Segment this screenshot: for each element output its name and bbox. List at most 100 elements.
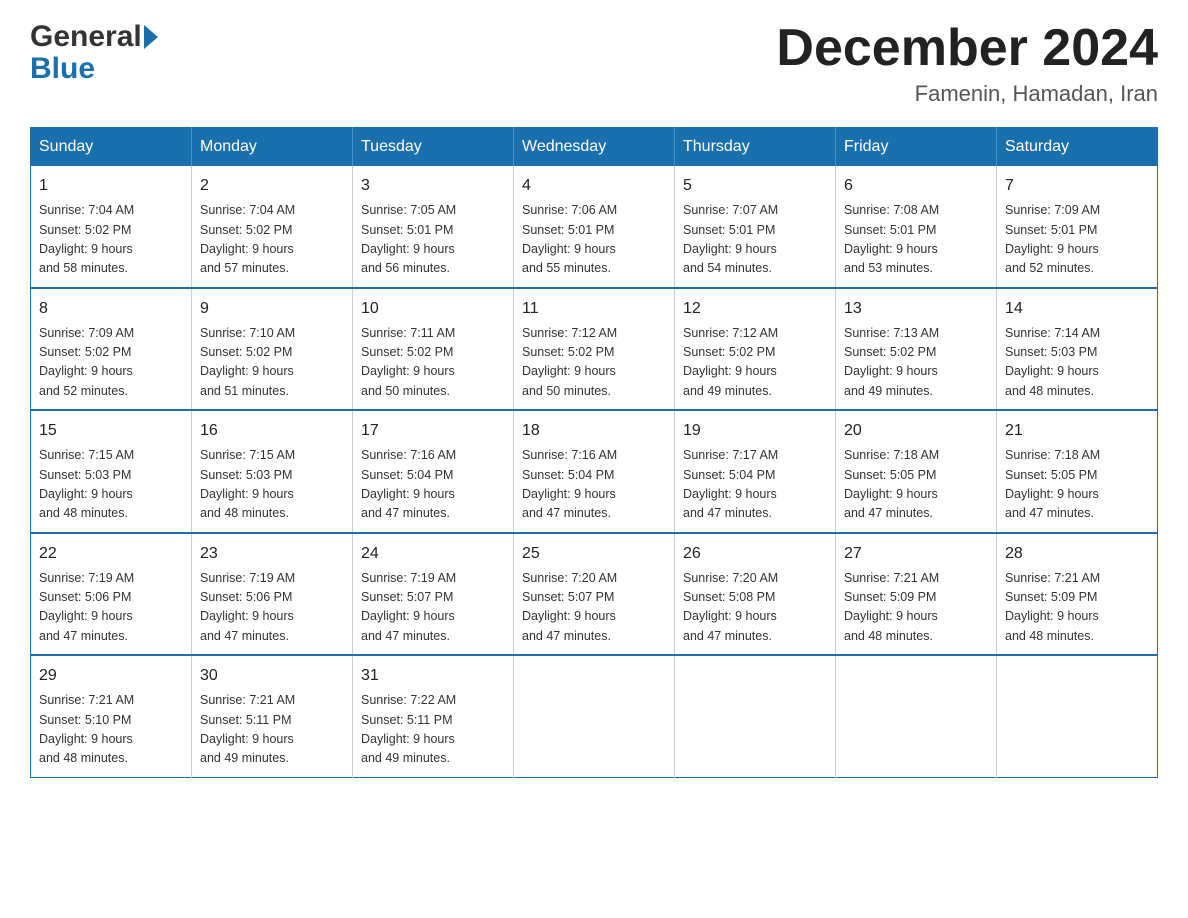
calendar-day-cell: 6Sunrise: 7:08 AMSunset: 5:01 PMDaylight… bbox=[836, 166, 997, 288]
col-friday: Friday bbox=[836, 128, 997, 167]
col-monday: Monday bbox=[192, 128, 353, 167]
calendar-day-cell: 5Sunrise: 7:07 AMSunset: 5:01 PMDaylight… bbox=[675, 166, 836, 288]
calendar-day-cell: 20 Sunrise: 7:18 AMSunset: 5:05 PMDayligh… bbox=[836, 410, 997, 533]
day-info: Sunrise: 7:20 AMSunset: 5:08 PMDaylight:… bbox=[683, 569, 827, 647]
day-info: Sunrise: 7:14 AMSunset: 5:03 PMDaylight:… bbox=[1005, 324, 1149, 402]
calendar-day-cell: 26 Sunrise: 7:20 AMSunset: 5:08 PMDayligh… bbox=[675, 533, 836, 656]
day-info: Sunrise: 7:22 AMSunset: 5:11 PMDaylight:… bbox=[361, 691, 505, 769]
calendar-day-cell: 29 Sunrise: 7:21 AMSunset: 5:10 PMDayligh… bbox=[31, 655, 192, 777]
day-info: Sunrise: 7:18 AMSunset: 5:05 PMDaylight:… bbox=[1005, 446, 1149, 524]
day-number: 9 bbox=[200, 297, 344, 321]
calendar-day-cell: 8 Sunrise: 7:09 AMSunset: 5:02 PMDaylight… bbox=[31, 288, 192, 411]
day-number: 22 bbox=[39, 542, 183, 566]
calendar-day-cell: 1 Sunrise: 7:04 AMSunset: 5:02 PMDaylight… bbox=[31, 166, 192, 288]
calendar-day-cell: 24 Sunrise: 7:19 AMSunset: 5:07 PMDayligh… bbox=[353, 533, 514, 656]
calendar-day-cell: 22 Sunrise: 7:19 AMSunset: 5:06 PMDayligh… bbox=[31, 533, 192, 656]
day-info: Sunrise: 7:09 AMSunset: 5:02 PMDaylight:… bbox=[39, 324, 183, 402]
col-thursday: Thursday bbox=[675, 128, 836, 167]
col-wednesday: Wednesday bbox=[514, 128, 675, 167]
day-info: Sunrise: 7:05 AMSunset: 5:01 PMDaylight:… bbox=[361, 201, 505, 279]
day-info: Sunrise: 7:21 AMSunset: 5:09 PMDaylight:… bbox=[844, 569, 988, 647]
day-number: 13 bbox=[844, 297, 988, 321]
calendar-week-row: 22 Sunrise: 7:19 AMSunset: 5:06 PMDayligh… bbox=[31, 533, 1158, 656]
day-info: Sunrise: 7:20 AMSunset: 5:07 PMDaylight:… bbox=[522, 569, 666, 647]
calendar-day-cell: 2 Sunrise: 7:04 AMSunset: 5:02 PMDaylight… bbox=[192, 166, 353, 288]
day-number: 24 bbox=[361, 542, 505, 566]
day-info: Sunrise: 7:04 AMSunset: 5:02 PMDaylight:… bbox=[200, 201, 344, 279]
calendar-week-row: 8 Sunrise: 7:09 AMSunset: 5:02 PMDaylight… bbox=[31, 288, 1158, 411]
calendar-day-cell: 30Sunrise: 7:21 AMSunset: 5:11 PMDayligh… bbox=[192, 655, 353, 777]
calendar-header-row: Sunday Monday Tuesday Wednesday Thursday… bbox=[31, 128, 1158, 167]
day-info: Sunrise: 7:19 AMSunset: 5:07 PMDaylight:… bbox=[361, 569, 505, 647]
day-info: Sunrise: 7:18 AMSunset: 5:05 PMDaylight:… bbox=[844, 446, 988, 524]
day-info: Sunrise: 7:04 AMSunset: 5:02 PMDaylight:… bbox=[39, 201, 183, 279]
day-number: 28 bbox=[1005, 542, 1149, 566]
day-number: 26 bbox=[683, 542, 827, 566]
logo-blue: Blue bbox=[30, 52, 95, 86]
month-year-title: December 2024 bbox=[776, 20, 1158, 77]
calendar-day-cell: 19 Sunrise: 7:17 AMSunset: 5:04 PMDayligh… bbox=[675, 410, 836, 533]
calendar-day-cell: 10 Sunrise: 7:11 AMSunset: 5:02 PMDayligh… bbox=[353, 288, 514, 411]
day-info: Sunrise: 7:11 AMSunset: 5:02 PMDaylight:… bbox=[361, 324, 505, 402]
day-number: 1 bbox=[39, 174, 183, 198]
calendar-day-cell: 17Sunrise: 7:16 AMSunset: 5:04 PMDayligh… bbox=[353, 410, 514, 533]
day-number: 4 bbox=[522, 174, 666, 198]
day-info: Sunrise: 7:07 AMSunset: 5:01 PMDaylight:… bbox=[683, 201, 827, 279]
calendar-day-cell: 12 Sunrise: 7:12 AMSunset: 5:02 PMDayligh… bbox=[675, 288, 836, 411]
calendar-day-cell: 28Sunrise: 7:21 AMSunset: 5:09 PMDayligh… bbox=[997, 533, 1158, 656]
day-number: 7 bbox=[1005, 174, 1149, 198]
page-header: General Blue December 2024 Famenin, Hama… bbox=[30, 20, 1158, 107]
day-number: 15 bbox=[39, 419, 183, 443]
calendar-day-cell: 31Sunrise: 7:22 AMSunset: 5:11 PMDayligh… bbox=[353, 655, 514, 777]
day-number: 12 bbox=[683, 297, 827, 321]
day-number: 11 bbox=[522, 297, 666, 321]
calendar-day-cell bbox=[836, 655, 997, 777]
day-number: 19 bbox=[683, 419, 827, 443]
day-number: 27 bbox=[844, 542, 988, 566]
logo: General Blue bbox=[30, 20, 158, 86]
calendar-day-cell: 3 Sunrise: 7:05 AMSunset: 5:01 PMDaylight… bbox=[353, 166, 514, 288]
calendar-day-cell bbox=[997, 655, 1158, 777]
day-number: 10 bbox=[361, 297, 505, 321]
day-number: 14 bbox=[1005, 297, 1149, 321]
col-tuesday: Tuesday bbox=[353, 128, 514, 167]
calendar-day-cell: 16 Sunrise: 7:15 AMSunset: 5:03 PMDayligh… bbox=[192, 410, 353, 533]
day-info: Sunrise: 7:16 AMSunset: 5:04 PMDaylight:… bbox=[522, 446, 666, 524]
day-number: 16 bbox=[200, 419, 344, 443]
day-number: 6 bbox=[844, 174, 988, 198]
day-info: Sunrise: 7:21 AMSunset: 5:11 PMDaylight:… bbox=[200, 691, 344, 769]
day-info: Sunrise: 7:09 AMSunset: 5:01 PMDaylight:… bbox=[1005, 201, 1149, 279]
day-number: 20 bbox=[844, 419, 988, 443]
location-text: Famenin, Hamadan, Iran bbox=[776, 81, 1158, 107]
day-number: 2 bbox=[200, 174, 344, 198]
day-info: Sunrise: 7:19 AMSunset: 5:06 PMDaylight:… bbox=[39, 569, 183, 647]
day-info: Sunrise: 7:19 AMSunset: 5:06 PMDaylight:… bbox=[200, 569, 344, 647]
day-number: 8 bbox=[39, 297, 183, 321]
day-info: Sunrise: 7:15 AMSunset: 5:03 PMDaylight:… bbox=[200, 446, 344, 524]
calendar-week-row: 15 Sunrise: 7:15 AMSunset: 5:03 PMDayligh… bbox=[31, 410, 1158, 533]
col-saturday: Saturday bbox=[997, 128, 1158, 167]
calendar-day-cell: 7 Sunrise: 7:09 AMSunset: 5:01 PMDaylight… bbox=[997, 166, 1158, 288]
day-info: Sunrise: 7:13 AMSunset: 5:02 PMDaylight:… bbox=[844, 324, 988, 402]
calendar-day-cell: 25Sunrise: 7:20 AMSunset: 5:07 PMDayligh… bbox=[514, 533, 675, 656]
calendar-day-cell bbox=[514, 655, 675, 777]
day-info: Sunrise: 7:06 AMSunset: 5:01 PMDaylight:… bbox=[522, 201, 666, 279]
calendar-day-cell: 27 Sunrise: 7:21 AMSunset: 5:09 PMDayligh… bbox=[836, 533, 997, 656]
calendar-day-cell: 21Sunrise: 7:18 AMSunset: 5:05 PMDayligh… bbox=[997, 410, 1158, 533]
day-info: Sunrise: 7:17 AMSunset: 5:04 PMDaylight:… bbox=[683, 446, 827, 524]
calendar-day-cell: 15 Sunrise: 7:15 AMSunset: 5:03 PMDayligh… bbox=[31, 410, 192, 533]
calendar-day-cell: 23Sunrise: 7:19 AMSunset: 5:06 PMDayligh… bbox=[192, 533, 353, 656]
day-number: 3 bbox=[361, 174, 505, 198]
calendar-table: Sunday Monday Tuesday Wednesday Thursday… bbox=[30, 127, 1158, 778]
day-info: Sunrise: 7:21 AMSunset: 5:10 PMDaylight:… bbox=[39, 691, 183, 769]
calendar-day-cell: 14 Sunrise: 7:14 AMSunset: 5:03 PMDayligh… bbox=[997, 288, 1158, 411]
calendar-day-cell: 11Sunrise: 7:12 AMSunset: 5:02 PMDayligh… bbox=[514, 288, 675, 411]
calendar-day-cell bbox=[675, 655, 836, 777]
day-number: 29 bbox=[39, 664, 183, 688]
day-info: Sunrise: 7:15 AMSunset: 5:03 PMDaylight:… bbox=[39, 446, 183, 524]
logo-triangle-icon bbox=[144, 25, 158, 49]
logo-general: General bbox=[30, 20, 142, 54]
calendar-day-cell: 18Sunrise: 7:16 AMSunset: 5:04 PMDayligh… bbox=[514, 410, 675, 533]
day-number: 17 bbox=[361, 419, 505, 443]
day-info: Sunrise: 7:12 AMSunset: 5:02 PMDaylight:… bbox=[683, 324, 827, 402]
